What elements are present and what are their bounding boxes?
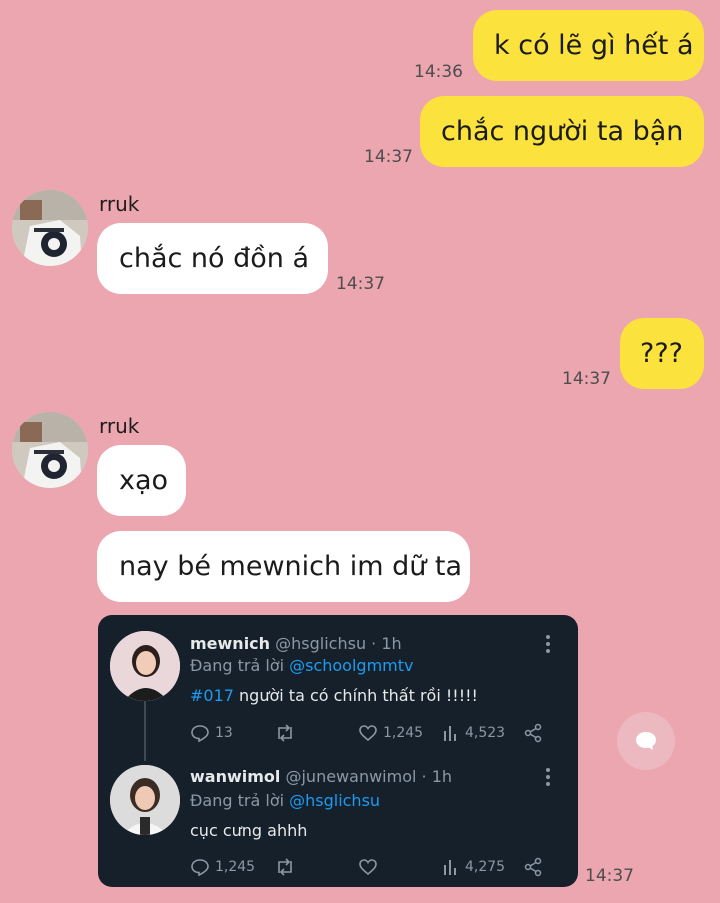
incoming-message[interactable]: nay bé mewnich im dữ ta [97, 531, 470, 602]
message-time: 14:37 [364, 147, 413, 167]
reply-button[interactable]: 13 [190, 723, 233, 743]
like-button[interactable] [358, 857, 378, 877]
tweet-avatar[interactable] [110, 631, 180, 701]
reply-context: Đang trả lời @schoolgmmtv [190, 656, 413, 675]
reply-icon [191, 859, 209, 877]
tweet-header: wanwimol @junewanwimol · 1h [190, 767, 452, 786]
reply-count: 13 [215, 725, 233, 741]
reply-icon [191, 725, 209, 743]
tweet-text: #017 người ta có chính thất rồi !!!!! [190, 686, 478, 705]
retweet-icon [278, 858, 292, 876]
avatar[interactable] [12, 190, 88, 266]
chat-bubble-button[interactable] [617, 712, 675, 770]
message-text: xạo [119, 465, 169, 496]
tweet-header: mewnich @hsglichsu · 1h [190, 634, 402, 653]
message-time: 14:37 [562, 369, 611, 389]
outgoing-message[interactable]: chắc người ta bận [420, 96, 704, 167]
incoming-message[interactable]: chắc nó đồn á [97, 223, 328, 294]
reply-context: Đang trả lời @hsglichsu [190, 791, 380, 810]
message-time: 14:37 [336, 274, 385, 294]
message-text: nay bé mewnich im dữ ta [119, 551, 463, 582]
tweet-text: cục cưng ahhh [190, 821, 308, 840]
thread-line [144, 693, 146, 761]
more-icon[interactable] [542, 633, 554, 659]
heart-icon [359, 725, 377, 742]
share-icon [524, 723, 542, 743]
retweet-button[interactable] [274, 857, 296, 877]
message-text: chắc người ta bận [441, 116, 684, 147]
sender-name: rruk [99, 414, 140, 438]
message-time: 14:36 [414, 62, 463, 82]
tweet-handle: @hsglichsu · 1h [275, 634, 402, 653]
tweet-avatar[interactable] [110, 765, 180, 835]
chat-bubble-icon [636, 732, 656, 750]
outgoing-message[interactable]: k có lẽ gì hết á [473, 10, 704, 81]
reply-count: 1,245 [215, 859, 256, 875]
retweet-button[interactable] [274, 723, 296, 743]
reply-prefix: Đang trả lời [190, 791, 285, 810]
sender-name: rruk [99, 192, 140, 216]
tweet-author[interactable]: wanwimol [190, 767, 280, 786]
view-count: 4,523 [465, 725, 506, 741]
reply-prefix: Đang trả lời [190, 656, 285, 675]
retweet-icon [278, 724, 292, 742]
views-icon [444, 860, 456, 875]
tweet-screenshot[interactable]: mewnich @hsglichsu · 1h Đang trả lời @sc… [98, 615, 578, 887]
views-button[interactable]: 4,523 [442, 723, 505, 743]
message-text: ??? [640, 338, 683, 369]
heart-icon [359, 859, 377, 876]
reply-button[interactable]: 1,245 [190, 857, 255, 877]
view-count: 4,275 [465, 859, 506, 875]
like-count: 1,245 [383, 725, 424, 741]
outgoing-message[interactable]: ??? [620, 318, 704, 389]
more-icon[interactable] [542, 766, 554, 792]
views-button[interactable]: 4,275 [442, 857, 505, 877]
tweet-body: người ta có chính thất rồi !!!!! [233, 686, 478, 705]
share-button[interactable] [523, 723, 543, 743]
hashtag-link[interactable]: #017 [190, 686, 234, 705]
reply-to-link[interactable]: @schoolgmmtv [289, 656, 413, 675]
tweet-author[interactable]: mewnich [190, 634, 270, 653]
avatar[interactable] [12, 412, 88, 488]
like-button[interactable]: 1,245 [358, 723, 423, 743]
share-icon [524, 857, 542, 877]
message-text: k có lẽ gì hết á [494, 30, 694, 61]
share-button[interactable] [523, 857, 543, 877]
incoming-message[interactable]: xạo [97, 445, 186, 516]
message-time: 14:37 [585, 866, 634, 886]
tweet-handle: @junewanwimol · 1h [285, 767, 453, 786]
reply-to-link[interactable]: @hsglichsu [289, 791, 380, 810]
views-icon [444, 726, 456, 741]
message-text: chắc nó đồn á [119, 243, 310, 274]
